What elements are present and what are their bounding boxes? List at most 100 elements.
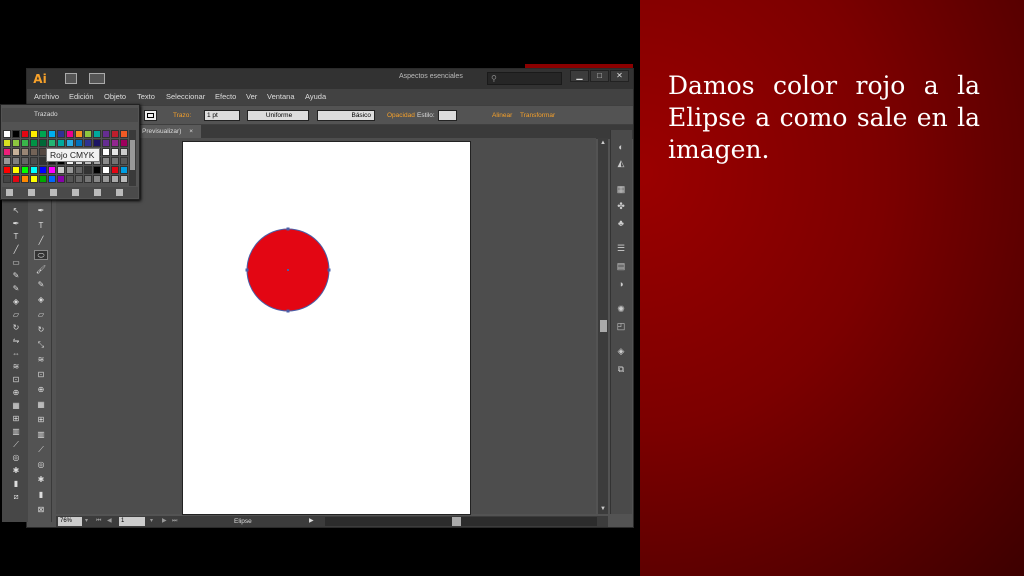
stroke-swatch[interactable] [144,110,157,121]
swatch-chip[interactable] [21,130,29,138]
scroll-up-arrow[interactable]: ▲ [600,140,606,146]
swatch-chip[interactable] [3,148,11,156]
swatch-chip[interactable] [84,166,92,174]
swatch-chip[interactable] [93,175,101,183]
red-ellipse[interactable] [244,226,332,314]
blend-icon[interactable]: ◎ [35,460,47,470]
swatch-chip[interactable] [48,139,56,147]
swatch-chip[interactable] [93,130,101,138]
pen-icon[interactable]: ✒ [35,206,47,216]
color-guide-icon[interactable]: ◭ [615,158,627,169]
rotate-icon[interactable]: ↻ [35,325,47,335]
appearance-panel-icon[interactable]: ✺ [615,304,627,315]
free-transform-small-icon[interactable]: ⊡ [10,375,22,385]
swatch-chip[interactable] [75,139,83,147]
brushes-panel-icon[interactable]: ✤ [615,201,627,212]
type-small-icon[interactable]: T [10,232,22,242]
swatch-chip[interactable] [75,166,83,174]
swatches-scroll-thumb[interactable] [130,140,135,170]
swatch-chip[interactable] [57,175,65,183]
swatch-chip[interactable] [12,166,20,174]
last-artboard-icon[interactable]: ⏭ [172,517,177,526]
graphic-style-swatch[interactable] [438,110,457,121]
new-swatch-icon[interactable] [94,189,101,196]
prev-artboard-icon[interactable]: ◀ [107,517,112,526]
swatch-chip[interactable] [111,148,119,156]
swatch-chip[interactable] [120,148,128,156]
swatch-chip[interactable] [30,130,38,138]
swatch-chip[interactable] [111,157,119,165]
horizontal-scrollbar[interactable] [325,517,597,526]
swatch-chip[interactable] [102,166,110,174]
swatch-chip[interactable] [102,175,110,183]
status-menu-icon[interactable]: ▶ [309,517,314,526]
swatch-chip[interactable] [66,166,74,174]
arrange-documents-icon[interactable] [89,73,105,84]
swatch-chip[interactable] [3,166,11,174]
swatch-chip[interactable] [39,130,47,138]
variable-width-profile[interactable]: Uniforme [247,110,309,121]
swatch-chip[interactable] [3,157,11,165]
menu-ayuda[interactable]: Ayuda [305,92,326,101]
swatch-chip[interactable] [39,175,47,183]
swatch-chip[interactable] [12,175,20,183]
anchor-bottom[interactable] [286,309,290,313]
swatch-chip[interactable] [102,130,110,138]
swatch-chip[interactable] [111,139,119,147]
swatch-chip[interactable] [75,130,83,138]
swatch-chip[interactable] [30,148,38,156]
scroll-down-arrow[interactable]: ▼ [600,506,606,512]
warp-icon[interactable]: ≋ [35,355,47,365]
swatch-chip[interactable] [111,166,119,174]
swatch-chip[interactable] [66,130,74,138]
gradient-small-icon[interactable]: ▥ [10,427,22,437]
direct-select-icon[interactable]: ↖ [10,206,22,216]
swatch-chip[interactable] [30,139,38,147]
align-link[interactable]: Alinear [492,112,512,119]
swatch-chip[interactable] [12,148,20,156]
next-artboard-icon[interactable]: ▶ [162,517,167,526]
swatch-chip[interactable] [57,139,65,147]
menu-seleccionar[interactable]: Seleccionar [166,92,205,101]
pencil-small-icon[interactable]: ✎ [10,284,22,294]
document-tab[interactable]: Previsualizar) × [139,125,201,139]
swatches-panel-icon[interactable]: ▦ [615,184,627,195]
rotate-small-icon[interactable]: ↻ [10,323,22,333]
swatch-chip[interactable] [3,139,11,147]
artboard[interactable] [182,141,471,515]
slice-icon[interactable]: ⧄ [10,492,22,502]
status-object-label[interactable]: Elipse [234,517,252,526]
free-transform-icon[interactable]: ⊡ [35,370,47,380]
menu-ver[interactable]: Ver [246,92,257,101]
swatch-chip[interactable] [30,157,38,165]
reflect-icon[interactable]: ⇋ [10,336,22,346]
anchor-left[interactable] [245,268,249,272]
minimize-button[interactable]: ▁ [570,70,589,82]
vertical-scroll-thumb[interactable] [600,320,607,332]
artboard-icon[interactable]: ⊠ [35,505,47,515]
add-anchor-icon[interactable]: ✒ [10,219,22,229]
horizontal-scroll-thumb[interactable] [452,517,461,526]
anchor-right[interactable] [327,268,331,272]
swatch-chip[interactable] [84,139,92,147]
artboard-dropdown-icon[interactable]: ▾ [150,517,153,526]
scale-icon[interactable]: ⤡ [35,340,47,350]
swatch-chip[interactable] [84,175,92,183]
swatch-chip[interactable] [93,166,101,174]
swatch-chip[interactable] [48,130,56,138]
swatch-chip[interactable] [120,139,128,147]
shape-builder-small-icon[interactable]: ⊕ [10,388,22,398]
swatch-chip[interactable] [120,157,128,165]
swatch-chip[interactable] [120,130,128,138]
gradient-panel-icon[interactable]: ▤ [615,261,627,272]
eraser-small-icon[interactable]: ▱ [10,310,22,320]
stroke-label[interactable]: Trazo: [173,112,191,119]
symbol-sprayer-icon[interactable]: ✱ [35,475,47,485]
graph-small-icon[interactable]: ▮ [10,479,22,489]
perspective-small-icon[interactable]: ▦ [10,401,22,411]
swatch-chip[interactable] [3,175,11,183]
blend-small-icon[interactable]: ◎ [10,453,22,463]
blob-brush-icon[interactable]: ◈ [35,295,47,305]
swatch-chip[interactable] [66,139,74,147]
swatch-chip[interactable] [21,166,29,174]
